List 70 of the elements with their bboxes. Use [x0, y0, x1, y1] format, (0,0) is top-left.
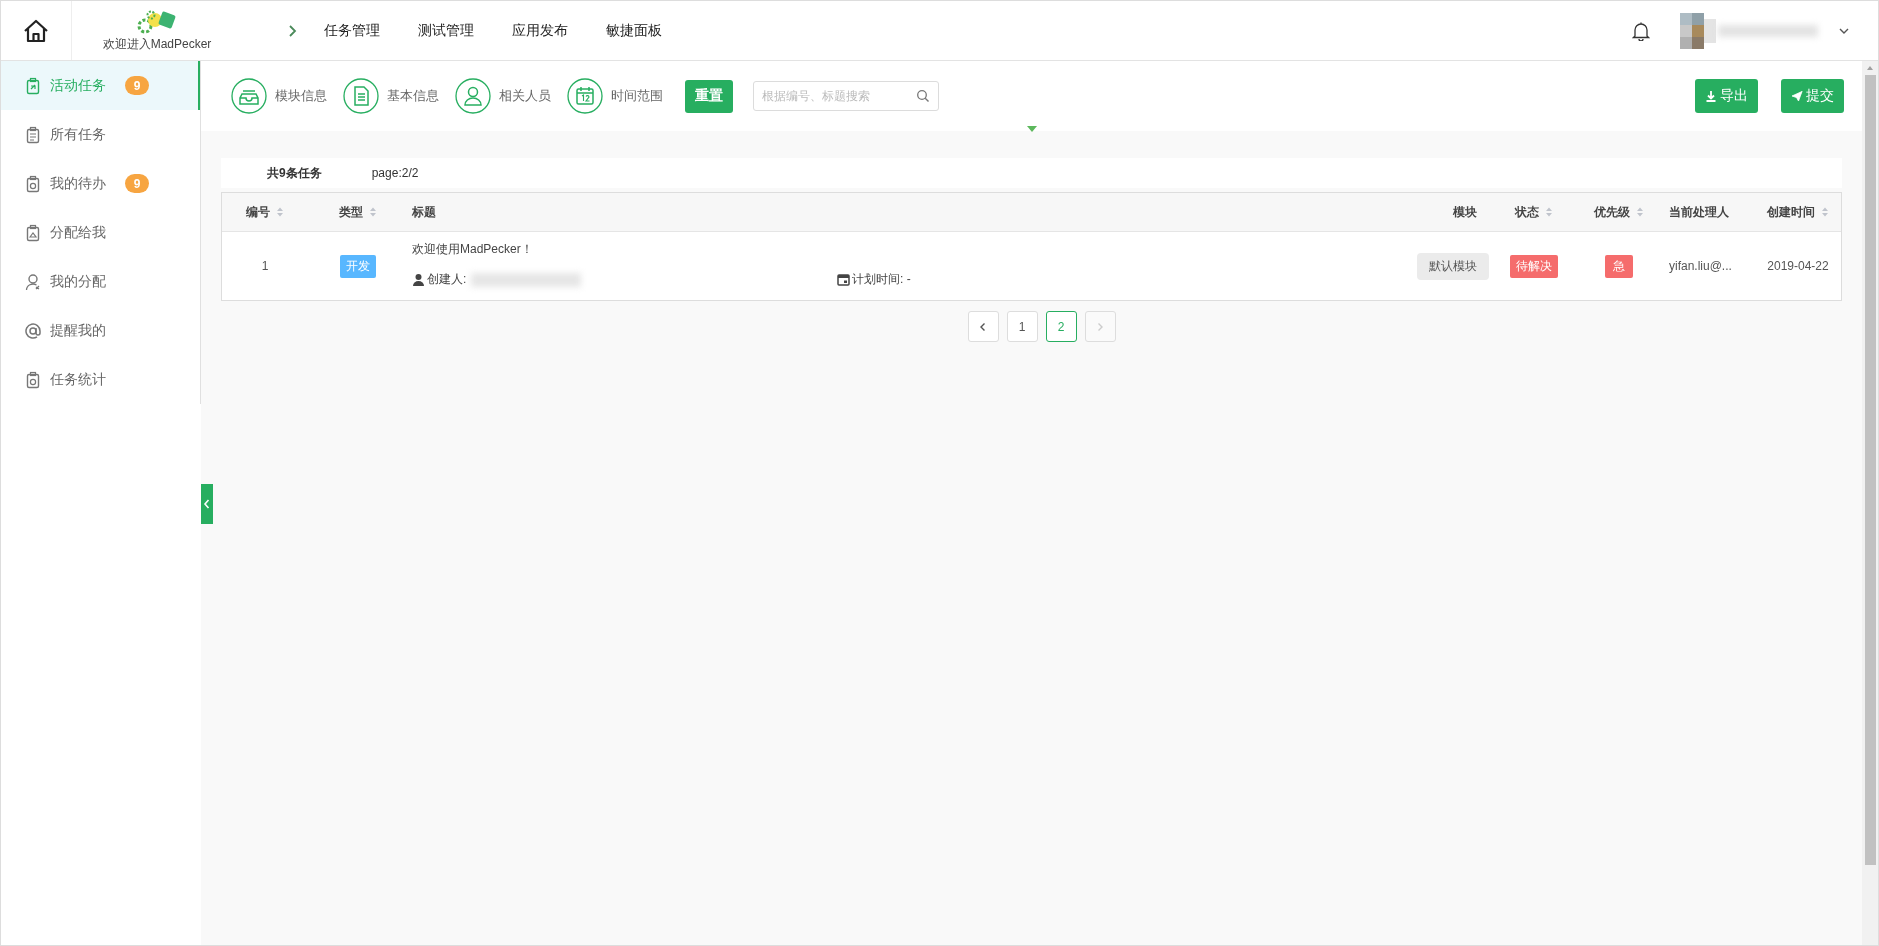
chevron-right-icon	[1096, 321, 1104, 332]
inbox-icon	[231, 78, 267, 114]
nav-link[interactable]: 应用发布	[512, 21, 568, 40]
calendar-icon	[567, 78, 603, 114]
sidebar-item[interactable]: 分配给我	[1, 208, 200, 257]
scrollbar[interactable]	[1862, 61, 1878, 945]
column-header: 模块	[1452, 203, 1478, 221]
nav-link[interactable]: 测试管理	[418, 21, 474, 40]
clipboard-icon	[25, 223, 41, 242]
priority-tag: 急	[1605, 254, 1633, 278]
filter-button[interactable]: 时间范围	[567, 78, 663, 114]
download-icon	[1705, 90, 1717, 102]
document-icon	[343, 78, 379, 114]
sort-icon	[276, 206, 284, 218]
column-header[interactable]: 类型	[308, 193, 408, 231]
at-sign-icon	[25, 321, 41, 340]
search-field[interactable]: 根据编号、标题搜索	[753, 81, 939, 111]
clipboard-list-icon	[25, 125, 41, 144]
status-tag: 待解决	[1510, 254, 1558, 278]
column-header[interactable]: 状态	[1493, 193, 1575, 231]
plan-time: 计划时间: -	[852, 271, 911, 288]
clipboard-clock-icon	[25, 174, 41, 193]
count-badge: 9	[125, 174, 149, 193]
page-button[interactable]: 1	[1006, 311, 1038, 342]
filter-button[interactable]: 模块信息	[231, 78, 327, 114]
chevron-left-icon	[979, 321, 987, 332]
table-cell: 2019-04-22	[1767, 259, 1829, 273]
sidebar-item[interactable]: 我的待办 9	[1, 159, 200, 208]
person-icon	[455, 78, 491, 114]
sort-icon	[369, 206, 377, 218]
count-badge: 9	[125, 76, 149, 95]
calendar-icon	[837, 273, 850, 286]
table-cell: 1	[261, 259, 269, 273]
column-header: 标题	[411, 203, 437, 221]
dropdown-caret-icon	[1838, 26, 1850, 35]
task-title[interactable]: 欢迎使用MadPecker！	[412, 241, 1383, 258]
sidebar-item[interactable]: 任务统计	[1, 355, 200, 404]
clipboard-clock-icon	[25, 370, 41, 389]
sort-icon	[1636, 206, 1644, 218]
column-header[interactable]: 优先级	[1575, 193, 1663, 231]
column-header[interactable]: 编号	[222, 193, 308, 231]
module-tag: 默认模块	[1417, 252, 1489, 280]
filter-button[interactable]: 基本信息	[343, 78, 439, 114]
column-header: 当前处理人	[1668, 203, 1730, 221]
nav-link[interactable]: 敏捷面板	[606, 21, 662, 40]
clipboard-icon	[25, 76, 41, 95]
nav-link[interactable]: 任务管理	[324, 21, 380, 40]
sort-icon	[1545, 206, 1553, 218]
filter-button[interactable]: 相关人员	[455, 78, 551, 114]
sidebar-item[interactable]: 我的分配	[1, 257, 200, 306]
creator-label: 创建人:	[427, 271, 467, 288]
home-icon	[23, 17, 49, 44]
person-icon	[412, 273, 425, 286]
expand-triangle-icon	[1027, 126, 1037, 132]
person-icon	[25, 272, 41, 291]
chevron-right-icon	[288, 23, 298, 38]
previous-page-button[interactable]	[967, 311, 999, 342]
sidebar-item[interactable]: 提醒我的	[1, 306, 200, 355]
sidebar-item[interactable]: 所有任务	[1, 110, 200, 159]
send-icon	[1791, 90, 1803, 102]
column-header[interactable]: 创建时间	[1755, 193, 1841, 231]
welcome-text: 欢迎进入MadPecker	[102, 36, 212, 53]
page-info: page:2/2	[371, 166, 419, 180]
collapse-handle[interactable]	[201, 484, 213, 524]
table-cell: yifan.liu@...	[1669, 259, 1732, 273]
search-icon	[916, 89, 930, 103]
sort-icon	[1821, 206, 1829, 218]
task-count: 共9条任务	[267, 164, 322, 182]
bell-icon	[1632, 20, 1650, 41]
type-tag: 开发	[340, 254, 376, 278]
